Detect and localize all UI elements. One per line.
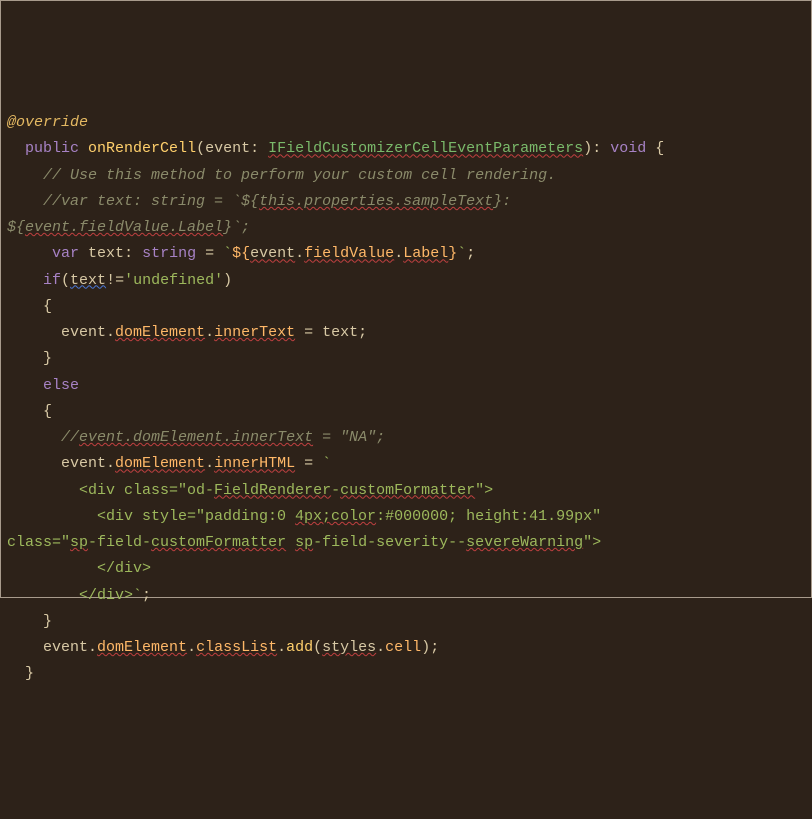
keyword-var: var — [52, 245, 79, 262]
var-name: text — [88, 245, 124, 262]
type-annotation: IFieldCustomizerCellEventParameters — [268, 140, 583, 157]
param-name: event — [205, 140, 250, 157]
keyword-else: else — [43, 377, 79, 394]
keyword-public: public — [25, 140, 79, 157]
comment-line: //var text: string = `${ — [43, 193, 259, 210]
type-string: string — [142, 245, 196, 262]
string-literal: 'undefined' — [124, 272, 223, 289]
method-name: onRenderCell — [88, 140, 196, 157]
decorator: @override — [7, 114, 88, 131]
template-html: <div class="od- — [7, 482, 214, 499]
keyword-if: if — [43, 272, 61, 289]
comment-line: // — [61, 429, 79, 446]
code-block: @override public onRenderCell(event: IFi… — [7, 110, 805, 688]
return-type: void — [610, 140, 646, 157]
comment-line: // Use this method to perform your custo… — [43, 167, 556, 184]
method-call: add — [286, 639, 313, 656]
